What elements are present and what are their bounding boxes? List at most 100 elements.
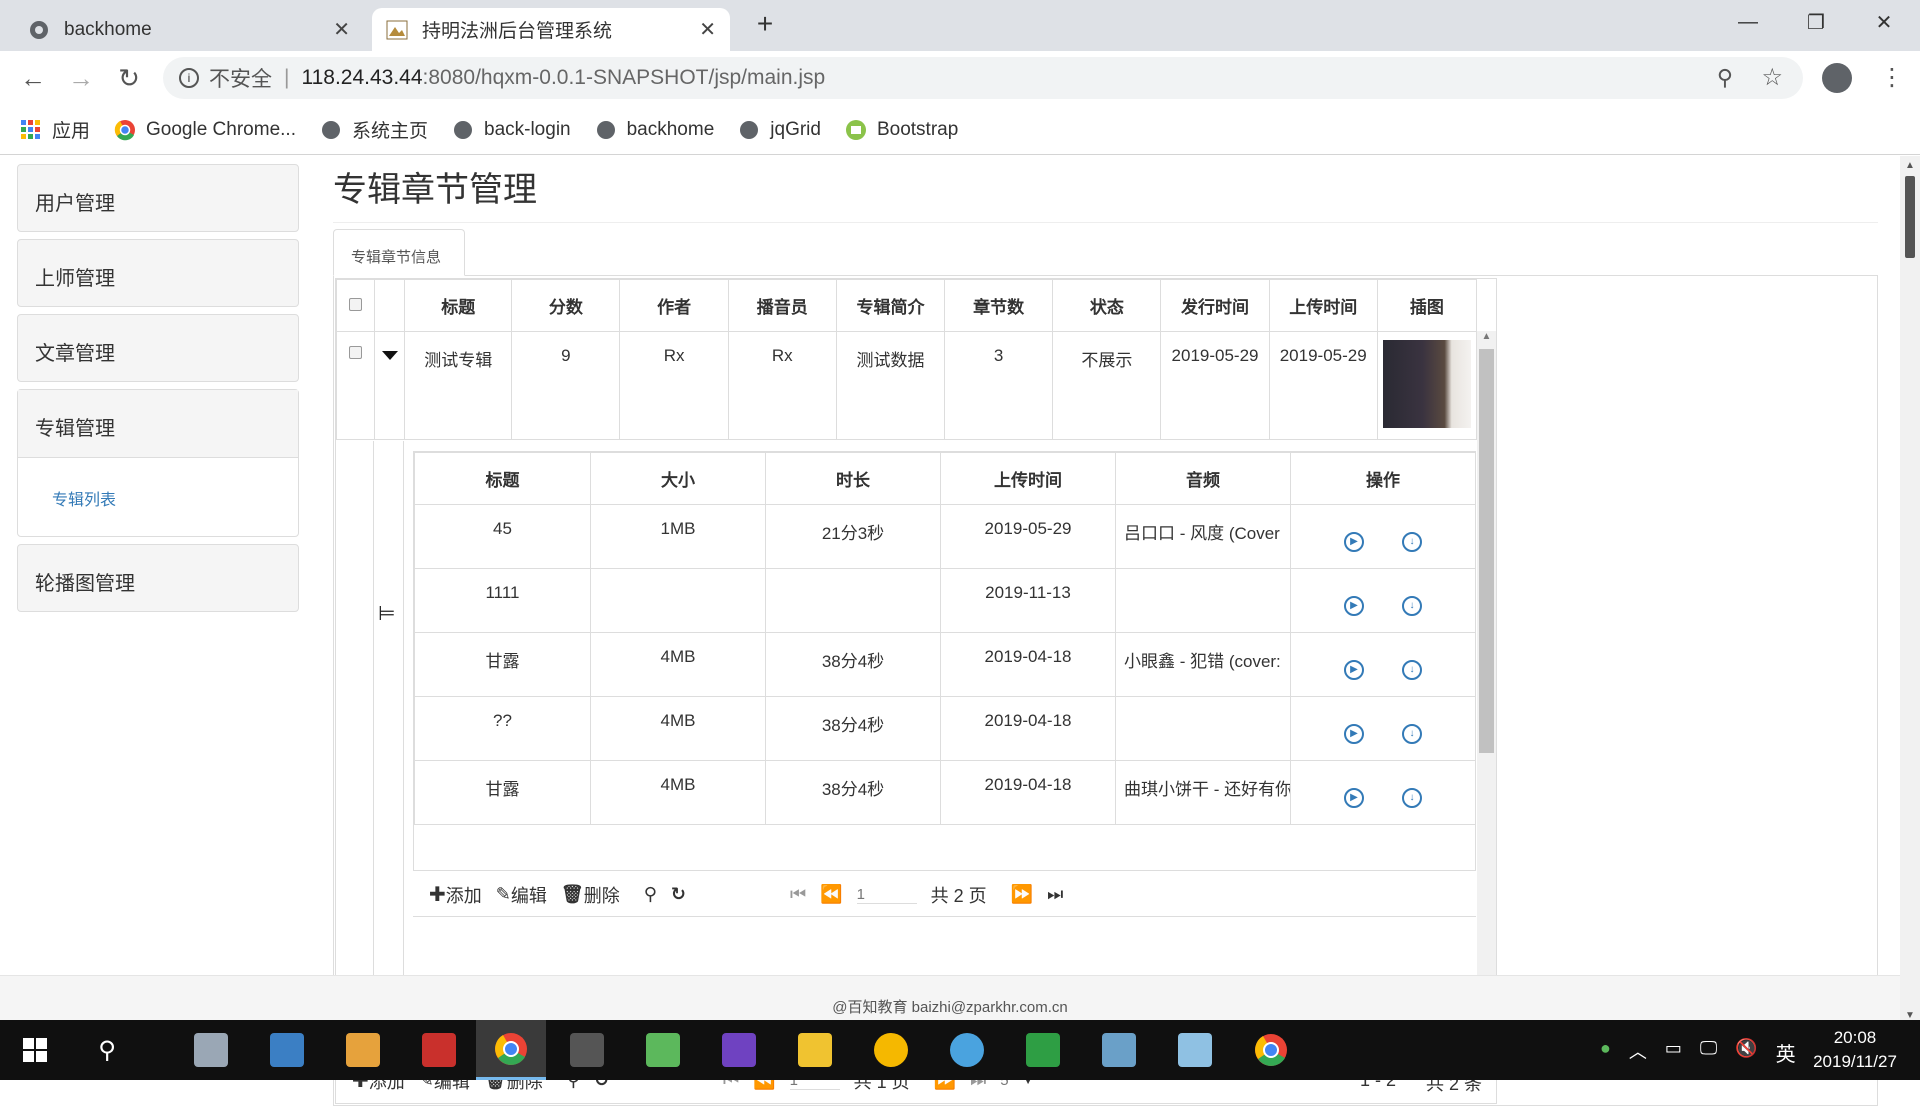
download-icon[interactable]: ↓	[1402, 723, 1422, 744]
download-icon[interactable]: ↓	[1402, 787, 1422, 808]
search-icon[interactable]: ⚲	[644, 884, 657, 905]
subcol-duration[interactable]: 时长	[765, 452, 941, 505]
col-upload-date[interactable]: 上传时间	[1268, 279, 1378, 332]
table-row[interactable]: ?? 4MB 38分4秒 2019-04-18 ▶ ↓	[414, 696, 1476, 761]
play-icon[interactable]: ▶	[1344, 723, 1364, 744]
col-announcer[interactable]: 播音员	[727, 279, 837, 332]
taskbar-app-icon[interactable]	[552, 1020, 622, 1080]
last-page-icon[interactable]: ⏭	[1047, 884, 1063, 905]
play-icon[interactable]: ▶	[1344, 531, 1364, 552]
battery-icon[interactable]: ▭	[1665, 1038, 1682, 1067]
taskbar-app-icon[interactable]	[176, 1020, 246, 1080]
profile-icon[interactable]	[1822, 63, 1852, 93]
sidebar-item-carousel[interactable]: 轮播图管理	[17, 544, 299, 612]
taskbar-app-icon[interactable]	[252, 1020, 322, 1080]
subcol-size[interactable]: 大小	[590, 452, 766, 505]
taskbar-app-icon[interactable]	[628, 1020, 698, 1080]
bookmark-chrome[interactable]: Google Chrome...	[114, 119, 296, 141]
forward-icon[interactable]: →	[56, 51, 106, 105]
tab-admin[interactable]: 持明法洲后台管理系统 ✕	[372, 8, 730, 51]
restore-icon[interactable]: ❐	[1786, 0, 1846, 44]
col-chapters[interactable]: 章节数	[944, 279, 1054, 332]
collapse-icon[interactable]	[374, 331, 406, 440]
first-page-icon[interactable]: ⏮	[790, 884, 806, 905]
scroll-thumb[interactable]	[1905, 176, 1915, 258]
chevron-up-icon[interactable]: ︿	[1629, 1038, 1647, 1067]
play-icon[interactable]: ▶	[1344, 595, 1364, 616]
volume-muted-icon[interactable]: 🔇	[1735, 1038, 1757, 1067]
tray-app-icon[interactable]: ●	[1600, 1038, 1611, 1067]
tab-chapter-info[interactable]: 专辑章节信息	[333, 229, 465, 276]
table-row[interactable]: 甘露 4MB 38分4秒 2019-04-18 曲琪小饼干 - 还好有你 ▶ ↓	[414, 760, 1476, 825]
tab-backhome[interactable]: backhome ✕	[14, 8, 364, 51]
next-page-icon[interactable]: ⏩	[1011, 884, 1033, 905]
intellij-icon[interactable]	[704, 1020, 774, 1080]
prev-page-icon[interactable]: ⏪	[820, 884, 842, 905]
sidebar-item-users[interactable]: 用户管理	[17, 164, 299, 232]
col-status[interactable]: 状态	[1052, 279, 1162, 332]
col-title[interactable]: 标题	[404, 279, 513, 332]
windows-start-icon[interactable]	[0, 1020, 70, 1080]
subcol-upload-date[interactable]: 上传时间	[940, 452, 1116, 505]
table-row[interactable]: 1111 2019-11-13 ▶ ↓	[414, 568, 1476, 633]
minimize-icon[interactable]: —	[1718, 0, 1778, 44]
ime-indicator[interactable]: 英	[1776, 1038, 1796, 1067]
reload-icon[interactable]: ↻	[104, 51, 154, 105]
taskbar-app-icon[interactable]	[932, 1020, 1002, 1080]
scroll-up-icon[interactable]: ▲	[1477, 331, 1496, 349]
new-tab-icon[interactable]: +	[748, 8, 782, 44]
col-score[interactable]: 分数	[511, 279, 621, 332]
col-author[interactable]: 作者	[619, 279, 729, 332]
play-icon[interactable]: ▶	[1344, 787, 1364, 808]
address-bar[interactable]: i 不安全 | 118.24.43.44 :8080/hqxm-0.0.1-SN…	[163, 57, 1803, 99]
star-icon[interactable]: ☆	[1761, 63, 1783, 92]
bookmark-system-home[interactable]: 系统主页	[320, 116, 428, 143]
grid-vertical-scrollbar[interactable]: ▲ ▼	[1477, 331, 1496, 1027]
chrome-icon[interactable]	[476, 1020, 546, 1080]
taskbar-app-icon[interactable]	[1084, 1020, 1154, 1080]
sidebar-item-masters[interactable]: 上师管理	[17, 239, 299, 307]
taskbar-app-icon[interactable]	[404, 1020, 474, 1080]
download-icon[interactable]: ↓	[1402, 595, 1422, 616]
chrome-icon[interactable]	[1236, 1020, 1306, 1080]
bookmark-bootstrap[interactable]: Bootstrap	[845, 119, 958, 141]
subcol-title[interactable]: 标题	[414, 452, 591, 505]
sidebar-subitem-album-list[interactable]: 专辑列表	[18, 458, 298, 510]
refresh-icon[interactable]: ↻	[671, 884, 686, 905]
zoom-icon[interactable]: ⚲	[1717, 65, 1733, 91]
table-row[interactable]: 甘露 4MB 38分4秒 2019-04-18 小眼鑫 - 犯错 (cover:…	[414, 632, 1476, 697]
sidebar-item-albums[interactable]: 专辑管理	[18, 390, 298, 458]
bookmark-jqgrid[interactable]: jqGrid	[738, 119, 821, 141]
network-icon[interactable]: 🖵	[1700, 1038, 1717, 1067]
add-button[interactable]: ✚ 添加	[429, 882, 482, 908]
window-close-icon[interactable]: ✕	[1854, 0, 1914, 44]
taskbar-app-icon[interactable]	[1160, 1020, 1230, 1080]
bookmark-backhome[interactable]: backhome	[595, 119, 714, 141]
scroll-thumb[interactable]	[1479, 349, 1494, 753]
scroll-up-icon[interactable]: ▲	[1900, 156, 1920, 176]
menu-icon[interactable]: ⋮	[1880, 63, 1904, 92]
page-vertical-scrollbar[interactable]: ▲ ▼	[1900, 156, 1920, 1021]
table-row[interactable]: 测试专辑 9 Rx Rx 测试数据 3 不展示 2019-05-29 2019-…	[335, 331, 1478, 440]
search-icon[interactable]: ⚲	[72, 1020, 142, 1080]
close-icon[interactable]: ✕	[333, 17, 350, 42]
select-all-checkbox[interactable]	[335, 279, 376, 332]
paint-icon[interactable]	[328, 1020, 398, 1080]
col-intro[interactable]: 专辑简介	[835, 279, 946, 332]
sidebar-item-articles[interactable]: 文章管理	[17, 314, 299, 382]
bookmark-back-login[interactable]: back-login	[452, 119, 571, 141]
bookmark-apps[interactable]: 应用	[20, 116, 90, 143]
row-checkbox[interactable]	[335, 331, 376, 440]
edit-button[interactable]: ✎ 编辑	[496, 882, 547, 908]
download-icon[interactable]: ↓	[1402, 531, 1422, 552]
col-cover[interactable]: 插图	[1376, 279, 1478, 332]
close-icon[interactable]: ✕	[699, 17, 716, 42]
delete-button[interactable]: 🗑 删除	[561, 882, 620, 908]
clock[interactable]: 20:08 2019/11/27	[1796, 1026, 1914, 1074]
col-release-date[interactable]: 发行时间	[1160, 279, 1270, 332]
back-icon[interactable]: ←	[8, 51, 58, 105]
shield-icon[interactable]	[1008, 1020, 1078, 1080]
folder-icon[interactable]	[780, 1020, 850, 1080]
download-icon[interactable]: ↓	[1402, 659, 1422, 680]
table-row[interactable]: 45 1MB 21分3秒 2019-05-29 吕口口 - 风度 (Cover …	[414, 504, 1476, 569]
